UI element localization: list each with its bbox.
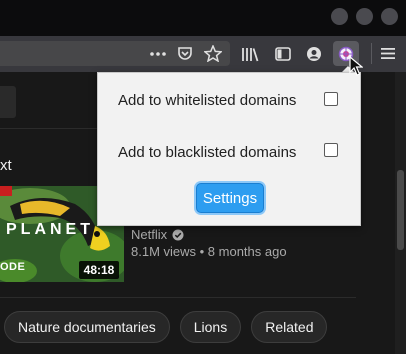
window-titlebar (0, 0, 406, 36)
maximize-button[interactable] (356, 8, 373, 25)
extension-popup: Add to whitelisted domains Add to blackl… (97, 72, 361, 226)
blacklist-label: Add to blacklisted domains (118, 144, 297, 161)
up-next-heading: xt (0, 157, 12, 174)
toolbar-separator (371, 43, 372, 64)
chip-bar: Nature documentaries Lions Related (4, 311, 328, 343)
hamburger-menu-icon[interactable] (375, 41, 401, 66)
video-duration: 48:18 (79, 261, 119, 279)
youtube-search-box[interactable] (0, 86, 16, 118)
scrollbar-thumb[interactable] (397, 170, 404, 250)
verified-check-icon (172, 229, 184, 240)
more-horizontal-icon[interactable] (145, 41, 171, 66)
blacklist-checkbox[interactable] (324, 143, 338, 157)
whitelist-label: Add to whitelisted domains (118, 92, 297, 109)
whitelist-checkbox[interactable] (324, 92, 338, 106)
account-icon[interactable] (301, 41, 327, 66)
thumbnail-title-text: PLANET (6, 221, 94, 238)
settings-button[interactable]: Settings (196, 183, 264, 213)
bookmark-star-icon[interactable] (200, 41, 226, 66)
close-button[interactable] (381, 8, 398, 25)
pocket-icon[interactable] (172, 41, 198, 66)
channel-row[interactable]: Netflix (131, 227, 184, 242)
chip-related[interactable]: Related (251, 311, 328, 343)
video-views-and-age: 8.1M views • 8 months ago (131, 244, 287, 259)
chip-lions[interactable]: Lions (179, 311, 242, 343)
minimize-button[interactable] (331, 8, 348, 25)
channel-name[interactable]: Netflix (131, 227, 167, 242)
chip-nature-documentaries[interactable]: Nature documentaries (4, 311, 170, 343)
library-icon[interactable] (237, 41, 263, 66)
sidebar-icon[interactable] (270, 41, 296, 66)
thumbnail-corner-text: ODE (0, 261, 26, 273)
mouse-cursor-icon (349, 56, 363, 76)
content-divider (0, 297, 356, 298)
